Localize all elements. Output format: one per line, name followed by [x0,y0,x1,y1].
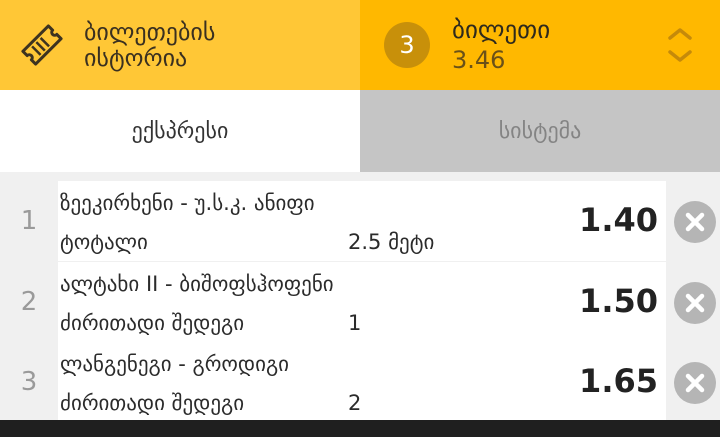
ticket-count-badge: 3 [384,22,430,68]
bet-index: 3 [20,367,38,397]
bet-market: ძირითადი შედეგი [60,311,245,335]
close-circle-icon[interactable] [674,282,716,324]
bet-odds: 1.65 [579,362,658,400]
bet-row: 2 ალტახი II - ბიშოფსჰოფენი ძირითადი შედე… [0,262,720,342]
bet-match: ალტახი II - ბიშოფსჰოფენი [60,272,334,296]
ticket-total-odds: 3.46 [452,46,506,74]
ticket-history-line1: ბილეთების [84,18,216,46]
bet-card: ზეეკირხენი - უ.ს.კ. ანიფი ტოტალი 2.5 მეტ… [58,181,666,261]
close-circle-icon[interactable] [674,362,716,404]
bet-market: ტოტალი [60,230,148,254]
bet-selection: 2.5 მეტი [348,230,435,254]
bet-match: ზეეკირხენი - უ.ს.კ. ანიფი [60,191,315,215]
ticket-icon [21,24,63,66]
bet-market: ძირითადი შედეგი [60,391,245,415]
bet-odds: 1.40 [579,201,658,239]
bet-match: ლანგენეგი - გროდიგი [60,352,290,376]
bet-odds: 1.50 [579,282,658,320]
tab-express[interactable]: ექსპრესი [0,90,360,172]
ticket-summary: 3 ბილეთი 3.46 [360,0,720,90]
bet-index: 1 [20,206,38,236]
chevron-up-down-icon[interactable] [666,24,694,66]
bet-card: ალტახი II - ბიშოფსჰოფენი ძირითადი შედეგი… [58,262,666,342]
bet-row: 3 ლანგენეგი - გროდიგი ძირითადი შედეგი 2 … [0,342,720,422]
ticket-summary-text: ბილეთი 3.46 [452,15,550,75]
bet-index: 2 [20,287,38,317]
bet-list: 1 ზეეკირხენი - უ.ს.კ. ანიფი ტოტალი 2.5 მ… [0,172,720,422]
ticket-history-button[interactable]: ბილეთების ისტორია [0,0,360,90]
betslip-header: ბილეთების ისტორია 3 ბილეთი 3.46 [0,0,720,90]
bet-card: ლანგენეგი - გროდიგი ძირითადი შედეგი 2 1.… [58,342,666,422]
bottom-bar [0,420,720,437]
ticket-history-label: ბილეთების ისტორია [84,19,215,71]
bet-row: 1 ზეეკირხენი - უ.ს.კ. ანიფი ტოტალი 2.5 მ… [0,181,720,261]
bet-selection: 1 [348,311,362,335]
bet-selection: 2 [348,391,362,415]
bet-type-tabs: ექსპრესი სისტემა [0,90,720,172]
ticket-title: ბილეთი [452,15,551,44]
close-circle-icon[interactable] [674,201,716,243]
ticket-history-line2: ისტორია [84,44,188,72]
tab-system[interactable]: სისტემა [360,90,720,172]
